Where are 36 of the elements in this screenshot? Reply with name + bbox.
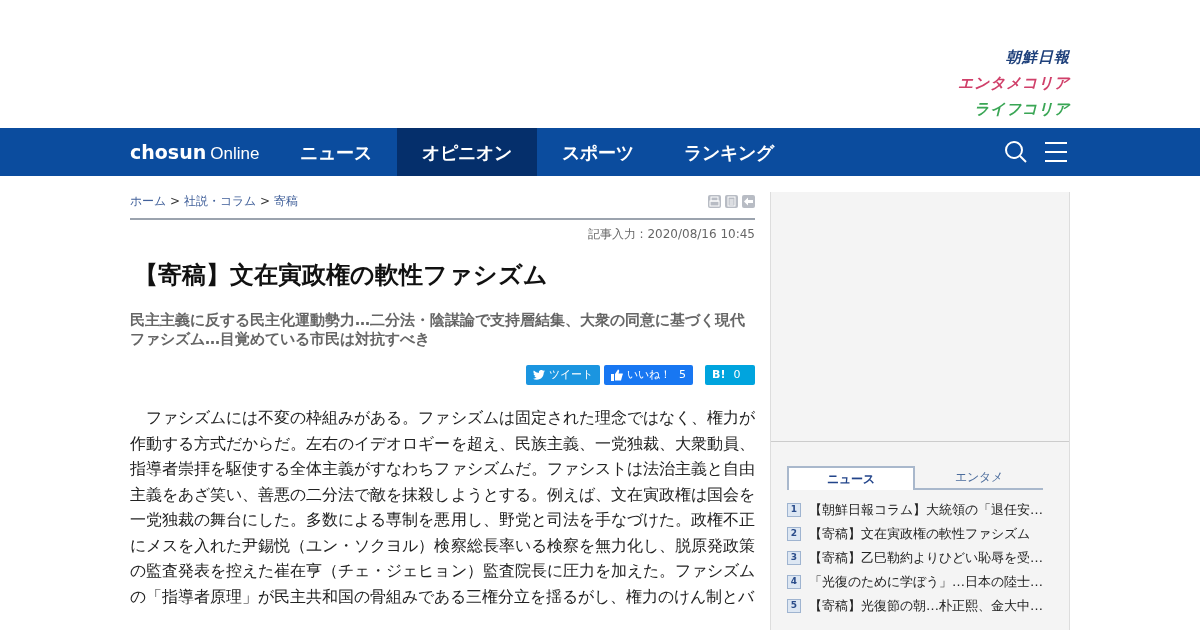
- print-icon[interactable]: [708, 194, 721, 208]
- ranking-link[interactable]: 【寄稿】乙巳勒約よりひどい恥辱を受…: [809, 546, 1043, 570]
- rank-number: 1: [787, 503, 801, 517]
- logo-text[interactable]: エンタメコリア: [958, 70, 1070, 96]
- ranking-link[interactable]: 【寄稿】光復節の朝…朴正熙、金大中…: [809, 594, 1043, 618]
- search-icon[interactable]: [1004, 140, 1028, 164]
- rank-number: 2: [787, 527, 801, 541]
- article-date: 記事入力 : 2020/08/16 10:45: [586, 226, 755, 243]
- like-button[interactable]: いいね！ 5: [604, 365, 693, 385]
- article-title: 【寄稿】文在寅政権の軟性ファシズム: [134, 260, 549, 291]
- breadcrumb-link[interactable]: ホーム: [130, 192, 166, 210]
- sidebar-tab[interactable]: ニュース: [787, 466, 915, 490]
- bird-icon: [533, 370, 545, 380]
- nav-tab[interactable]: ランキング: [659, 128, 800, 176]
- nav-tab[interactable]: スポーツ: [537, 128, 660, 176]
- site-logo[interactable]: chosun Online: [130, 137, 260, 167]
- menu-icon[interactable]: [1044, 141, 1068, 163]
- back-arrow-icon[interactable]: [742, 194, 755, 208]
- breadcrumb-separator: >: [260, 193, 271, 210]
- list-icon[interactable]: [725, 194, 738, 208]
- logo-text[interactable]: 朝鮮日報: [1006, 44, 1070, 70]
- rank-number: 3: [787, 551, 801, 565]
- breadcrumb-link[interactable]: 寄稿: [274, 192, 299, 210]
- breadcrumb-link[interactable]: 社説・コラム: [184, 192, 257, 210]
- article-subtitle: 民主主義に反する民主化運動勢力…二分法・陰謀論で支持層結集、大衆の同意に基づく現代ファシズム…目覚めている市民は対抗すべき: [130, 311, 746, 349]
- thumbs-up-icon: [611, 369, 623, 381]
- ranking-link[interactable]: 【朝鮮日報コラム】大統領の「退任安…: [809, 498, 1043, 522]
- article-body: ファシズムには不変の枠組みがある。ファシズムは固定された理念ではなく、権力が作動する方式だからだ。左右のイデオロギーを超え、民族主義、一党独裁、大衆動員、指導者崇拝を駆使する全体主義がすなわちファシズムだ。ファシストは法治主義と自由主義をあざ笑い、善悪の二分法で敵を抹殺しようとする。例えば、文在寅政権は国会を一党独裁の舞台にした。多数による専制を悪用し、野党と司法を手なづけた。政権不正にメスを入れた尹錫悦（ユン・ソクヨル）検察総長率いる検察を無力化し、脱原発政策の監査発表を控えた崔在亨（チェ・ジェヒョン）監査院長に圧力を加えた。ファシズムの「指導者原理」が民主共和国の骨組みである三権分立を揺るがし、権力のけん制とバ: [130, 407, 755, 608]
- breadcrumb-separator: >: [170, 193, 181, 210]
- rank-number: 5: [787, 599, 801, 613]
- sidebar-tab[interactable]: エンタメ: [915, 466, 1043, 490]
- ranking-link[interactable]: 「光復のために学ぼう」…日本の陸士…: [809, 570, 1043, 594]
- nav-tab[interactable]: オピニオン: [397, 128, 538, 176]
- ranking-link[interactable]: 【寄稿】文在寅政権の軟性ファシズム: [809, 522, 1030, 546]
- rank-number: 4: [787, 575, 801, 589]
- nav-tab[interactable]: ニュース: [275, 128, 398, 176]
